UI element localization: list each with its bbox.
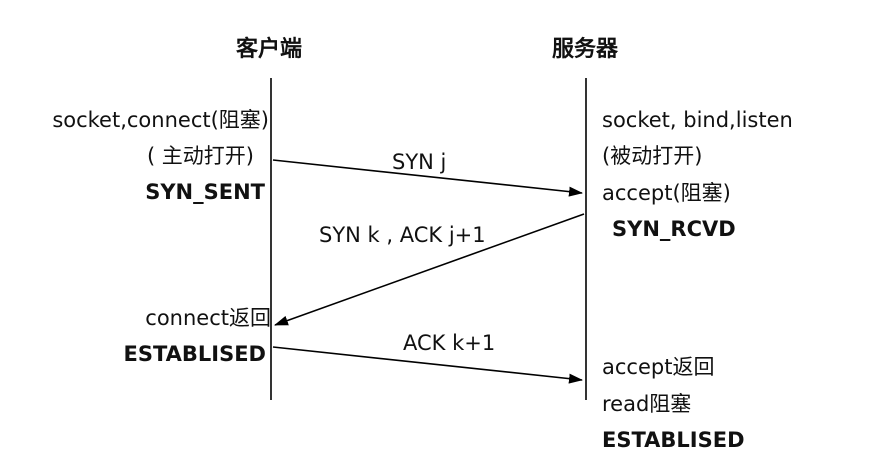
- client-connect-return: connect返回: [145, 306, 271, 330]
- message-label-ack: ACK k+1: [403, 331, 496, 355]
- server-accept-block: accept(阻塞): [602, 181, 731, 205]
- client-state-syn-sent: SYN_SENT: [145, 180, 265, 204]
- client-header: 客户端: [236, 36, 303, 62]
- server-read-block: read阻塞: [602, 392, 692, 416]
- message-label-syn-ack: SYN k , ACK j+1: [319, 223, 486, 247]
- server-state-syn-rcvd: SYN_RCVD: [612, 217, 736, 241]
- client-state-established: ESTABLISED: [123, 342, 266, 366]
- server-call-label: socket, bind,listen: [602, 108, 793, 132]
- server-header: 服务器: [552, 36, 619, 62]
- message-label-syn: SYN j: [392, 150, 447, 174]
- server-state-established: ESTABLISED: [602, 428, 745, 452]
- client-call-label: socket,connect(阻塞): [52, 108, 269, 132]
- client-call-note: ( 主动打开): [146, 144, 254, 168]
- server-accept-return: accept返回: [602, 355, 715, 379]
- server-call-note: (被动打开): [602, 144, 703, 168]
